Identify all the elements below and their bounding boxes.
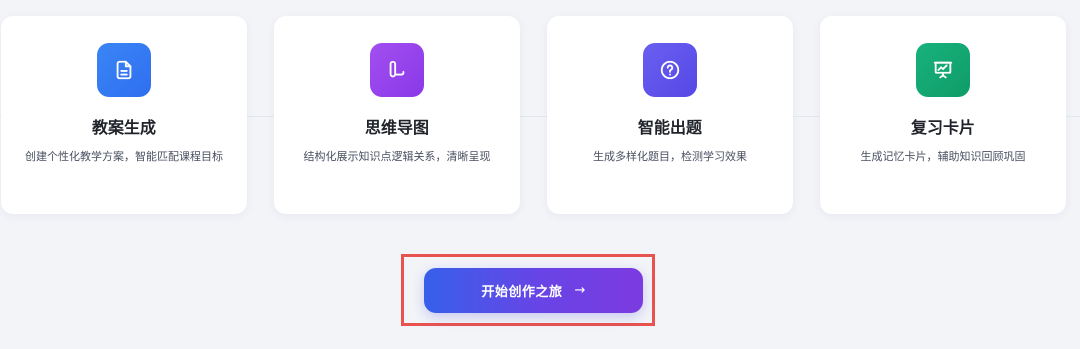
start-creating-label: 开始创作之旅 bbox=[481, 285, 563, 300]
feature-card-lesson-plan[interactable]: 教案生成 创建个性化教学方案，智能匹配课程目标 bbox=[1, 16, 247, 214]
question-icon bbox=[660, 60, 680, 80]
start-creating-button[interactable]: 开始创作之旅 → bbox=[424, 268, 643, 313]
lesson-plan-icon-box bbox=[97, 43, 151, 97]
card-title: 智能出题 bbox=[637, 118, 702, 137]
card-description: 生成多样化题目，检测学习效果 bbox=[593, 150, 747, 163]
feature-card-smart-quiz[interactable]: 智能出题 生成多样化题目，检测学习效果 bbox=[547, 16, 793, 214]
card-title: 思维导图 bbox=[364, 118, 429, 137]
smart-quiz-icon-box bbox=[643, 43, 697, 97]
mind-map-icon-box bbox=[370, 43, 424, 97]
card-description: 创建个性化教学方案，智能匹配课程目标 bbox=[25, 150, 223, 163]
card-title: 复习卡片 bbox=[910, 118, 975, 137]
feature-cards: 教案生成 创建个性化教学方案，智能匹配课程目标 思维导图 结构化展示知识点逻辑关… bbox=[0, 16, 1080, 214]
card-description: 结构化展示知识点逻辑关系，清晰呈现 bbox=[303, 150, 491, 163]
arrow-right-icon: → bbox=[574, 283, 586, 298]
feature-card-mind-map[interactable]: 思维导图 结构化展示知识点逻辑关系，清晰呈现 bbox=[274, 16, 520, 214]
card-title: 教案生成 bbox=[91, 118, 156, 137]
presentation-icon bbox=[933, 61, 953, 79]
document-icon bbox=[116, 60, 132, 80]
card-description: 生成记忆卡片，辅助知识回顾巩固 bbox=[860, 150, 1026, 163]
review-cards-icon-box bbox=[916, 43, 970, 97]
feature-card-review-cards[interactable]: 复习卡片 生成记忆卡片，辅助知识回顾巩固 bbox=[820, 16, 1066, 214]
mindmap-icon bbox=[389, 60, 405, 78]
